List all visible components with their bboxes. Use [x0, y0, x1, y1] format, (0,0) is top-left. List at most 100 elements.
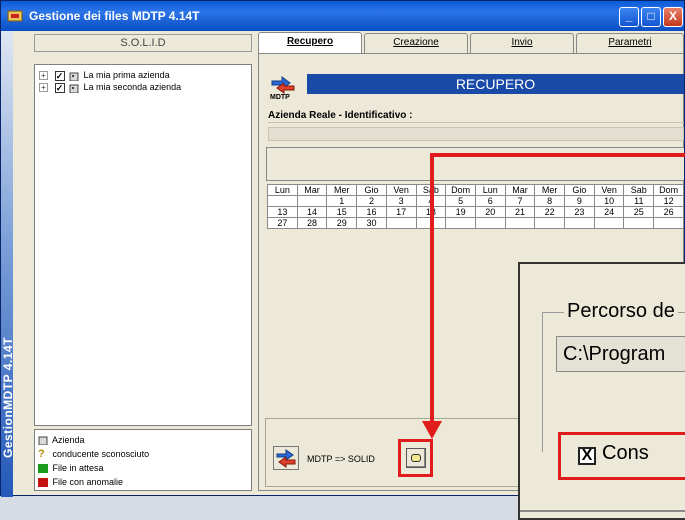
- cons-checkbox[interactable]: X: [578, 447, 596, 465]
- calendar-day[interactable]: 3: [385, 195, 417, 207]
- calendar-day[interactable]: 12: [653, 195, 684, 207]
- legend-label: Azienda: [52, 435, 85, 445]
- calendar-day[interactable]: [474, 217, 506, 229]
- calendar-day[interactable]: 21: [504, 206, 536, 218]
- legend-label: File in attesa: [52, 463, 104, 473]
- tab-label: Recupero: [286, 36, 334, 47]
- calendar-day[interactable]: 1: [326, 195, 358, 207]
- calendar-day[interactable]: 26: [653, 206, 684, 218]
- calendar-day[interactable]: 13: [267, 206, 298, 218]
- calendar-header: Gio: [564, 184, 595, 196]
- calendar-day[interactable]: 17: [385, 206, 417, 218]
- calendar-header: Ven: [593, 184, 625, 196]
- calendar-header: Lun: [267, 184, 298, 196]
- legend-item-azienda: Azienda: [38, 434, 85, 446]
- solid-header[interactable]: S.O.L.I.D: [34, 34, 252, 52]
- expand-icon[interactable]: +: [39, 83, 48, 93]
- side-banner-text: GestionMDTP 4.14T: [1, 337, 15, 458]
- divider: [520, 510, 685, 512]
- tree-item-prima-azienda[interactable]: + ✓ La mia prima azienda: [39, 69, 170, 81]
- calendar-day[interactable]: [296, 195, 328, 207]
- tree-item-label: La mia prima azienda: [83, 70, 170, 80]
- tree-checkbox[interactable]: ✓: [54, 70, 65, 81]
- expand-icon[interactable]: +: [39, 71, 48, 81]
- title-bar[interactable]: Gestione dei files MDTP 4.14T _ □ X: [1, 1, 684, 31]
- calendar-header: Gio: [356, 184, 387, 196]
- calendar-day[interactable]: [534, 217, 566, 229]
- calendar-header: Mar: [296, 184, 328, 196]
- window-title: Gestione dei files MDTP 4.14T: [29, 9, 200, 23]
- calendar-day[interactable]: 11: [623, 195, 655, 207]
- calendar-day[interactable]: [445, 217, 476, 229]
- calendar-day[interactable]: 22: [534, 206, 566, 218]
- calendar-day[interactable]: 6: [474, 195, 506, 207]
- red-folder-icon: [38, 478, 48, 488]
- annotation-arrow-icon: [422, 421, 442, 439]
- calendar-day[interactable]: 10: [593, 195, 625, 207]
- annotation-highlight: [398, 439, 433, 477]
- calendar-day[interactable]: [267, 195, 298, 207]
- annotation-line: [431, 153, 685, 157]
- calendar-day[interactable]: 29: [326, 217, 358, 229]
- zoom-callout: Percorso de C:\Program X Cons: [518, 262, 685, 520]
- calendar-day[interactable]: 14: [296, 206, 328, 218]
- company-tree[interactable]: + ✓ La mia prima azienda + ✓ La mia seco…: [34, 64, 252, 426]
- calendar-day[interactable]: 23: [564, 206, 595, 218]
- legend-label: conducente sconosciuto: [52, 449, 150, 459]
- tree-checkbox[interactable]: ✓: [54, 82, 65, 93]
- calendar-week-row: 13 14 15 16 17 18 19 20 21 22 23 24 25 2…: [267, 206, 684, 218]
- path-input[interactable]: C:\Program: [556, 336, 685, 372]
- maximize-button[interactable]: □: [641, 7, 661, 27]
- legend-item-file-anomalie: File con anomalie: [38, 476, 123, 488]
- tab-label: Parametri: [608, 37, 652, 48]
- calendar-day[interactable]: 27: [267, 217, 298, 229]
- calendar-day[interactable]: 8: [534, 195, 566, 207]
- calendar-day[interactable]: 25: [623, 206, 655, 218]
- building-icon: [69, 84, 79, 93]
- minimize-button[interactable]: _: [619, 7, 639, 27]
- building-icon: [38, 436, 48, 446]
- calendar-day[interactable]: [385, 217, 417, 229]
- calendar-week-row: 27 28 29 30: [267, 217, 684, 229]
- calendar-day[interactable]: 7: [504, 195, 536, 207]
- calendar-day[interactable]: 2: [356, 195, 387, 207]
- tree-item-seconda-azienda[interactable]: + ✓ La mia seconda azienda: [39, 81, 181, 93]
- calendar-header: Sab: [623, 184, 655, 196]
- calendar-day[interactable]: 15: [326, 206, 358, 218]
- transfer-arrows-icon: [276, 449, 296, 468]
- calendar-day[interactable]: 16: [356, 206, 387, 218]
- calendar-week-row: 1 2 3 4 5 6 7 8 9 10 11 12: [267, 195, 684, 207]
- calendar-header: Dom: [445, 184, 476, 196]
- tab-invio[interactable]: Invio: [470, 33, 574, 53]
- calendar-day[interactable]: 9: [564, 195, 595, 207]
- calendar-header: Dom: [653, 184, 684, 196]
- app-icon: [7, 10, 23, 22]
- transfer-label: MDTP => SOLID: [307, 454, 375, 464]
- tree-item-label: La mia seconda azienda: [83, 82, 182, 92]
- legend-label: File con anomalie: [52, 477, 124, 487]
- calendar-day[interactable]: 28: [296, 217, 328, 229]
- calendar-header: Mer: [534, 184, 566, 196]
- calendar-day[interactable]: [653, 217, 684, 229]
- tab-creazione[interactable]: Creazione: [364, 33, 468, 53]
- calendar-day[interactable]: 30: [356, 217, 387, 229]
- calendar-day[interactable]: [504, 217, 536, 229]
- calendar-day[interactable]: 5: [445, 195, 476, 207]
- close-button[interactable]: X: [663, 7, 683, 27]
- transfer-button[interactable]: [273, 446, 299, 470]
- calendar-day[interactable]: [564, 217, 595, 229]
- calendar-day[interactable]: 19: [445, 206, 476, 218]
- tab-parametri[interactable]: Parametri: [576, 33, 684, 53]
- calendar-day[interactable]: 20: [474, 206, 506, 218]
- legend-item-conducente: ? conducente sconosciuto: [38, 448, 149, 460]
- legend-item-file-attesa: File in attesa: [38, 462, 104, 474]
- tab-recupero[interactable]: Recupero: [258, 32, 362, 54]
- recupero-banner: RECUPERO: [307, 74, 684, 94]
- annotation-line: [430, 153, 434, 425]
- azienda-field[interactable]: [268, 127, 684, 141]
- calendar-day[interactable]: [593, 217, 625, 229]
- calendar-table[interactable]: Lun Mar Mer Gio Ven Sab Dom Lun Mar Mer …: [267, 184, 684, 229]
- question-icon: ?: [38, 448, 45, 461]
- calendar-day[interactable]: [623, 217, 655, 229]
- calendar-day[interactable]: 24: [593, 206, 625, 218]
